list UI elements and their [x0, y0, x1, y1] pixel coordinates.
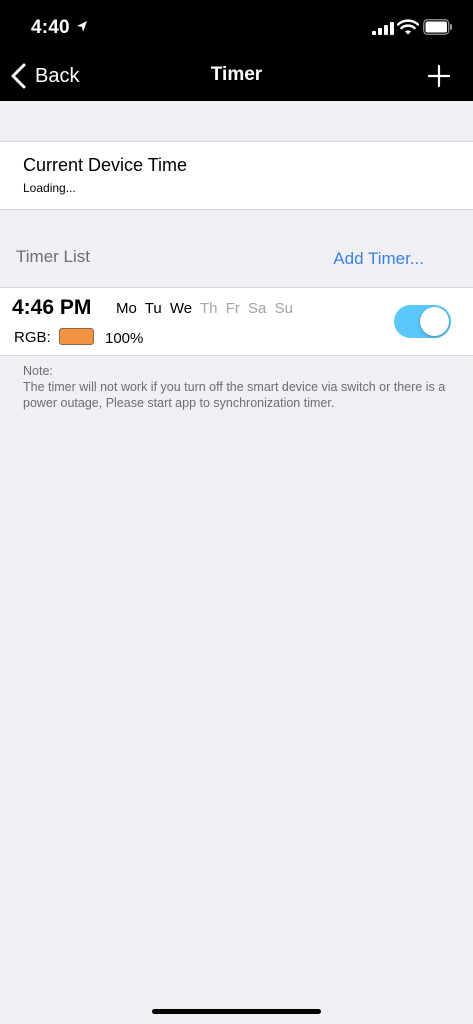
home-indicator[interactable]: [152, 1009, 321, 1014]
page-title: Timer: [210, 64, 263, 85]
cellular-signal-icon: [372, 22, 394, 35]
day-wednesday: We: [169, 300, 193, 317]
add-timer-link[interactable]: Add Timer...: [333, 249, 424, 269]
location-arrow-icon: [77, 21, 87, 32]
day-thursday: Th: [200, 300, 218, 317]
plus-icon[interactable]: [427, 64, 451, 88]
timer-enable-toggle[interactable]: [394, 305, 451, 338]
device-time-value: Loading...: [23, 181, 76, 195]
wifi-icon: [397, 19, 419, 35]
color-swatch: [59, 328, 94, 345]
device-time-card: Current Device Time Loading...: [0, 141, 473, 210]
battery-icon: [423, 19, 452, 35]
note-text: Note: The timer will not work if you tur…: [23, 363, 448, 411]
mode-label: RGB:: [14, 329, 51, 346]
navigation-bar: Back Timer: [0, 52, 473, 101]
day-friday: Fr: [225, 300, 240, 317]
timer-row[interactable]: 4:46 PM Mo Tu We Th Fr Sa Su RGB: 100%: [0, 287, 473, 356]
note-title: Note:: [23, 364, 53, 378]
day-saturday: Sa: [248, 300, 267, 317]
brightness-value: 100%: [105, 330, 144, 347]
day-monday: Mo: [116, 300, 137, 317]
timer-time: 4:46 PM: [12, 296, 92, 319]
note-body: The timer will not work if you turn off …: [23, 380, 446, 410]
day-sunday: Su: [274, 300, 293, 317]
day-tuesday: Tu: [144, 300, 162, 317]
toggle-knob: [420, 307, 449, 336]
timer-days: Mo Tu We Th Fr Sa Su: [116, 300, 297, 317]
status-time: 4:40: [31, 17, 70, 38]
device-time-title: Current Device Time: [23, 155, 188, 175]
timer-list-heading: Timer List: [16, 247, 90, 266]
status-bar: 4:40: [0, 0, 473, 52]
